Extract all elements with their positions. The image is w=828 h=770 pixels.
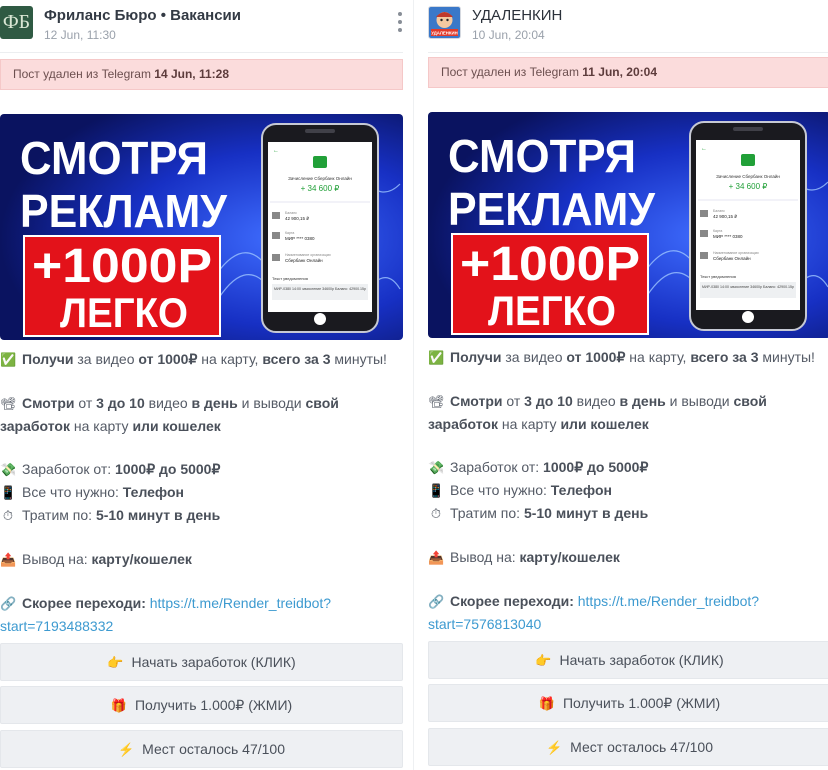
phone-icon: 📱 [428, 483, 445, 498]
check-icon: ✅ [0, 352, 17, 367]
column-divider [413, 0, 414, 770]
places-left-button[interactable]: ⚡ Мест осталось 47/100 [0, 730, 403, 768]
phone-icon: 📱 [0, 485, 17, 500]
phone-title: Зачисление Сбербанк Онлайн [288, 175, 352, 181]
post-text: ✅ Получи за видео от 1000₽ на карту, всег… [0, 351, 387, 634]
more-options-icon[interactable] [397, 12, 403, 32]
places-left-button[interactable]: ⚡ Мест осталось 47/100 [428, 728, 828, 766]
avatar-label: УДАЛЕНКИН [431, 31, 457, 36]
phone-row3-value: Сбербанк Онлайн [285, 257, 323, 263]
phone-text-label: Текст уведомления [700, 274, 736, 279]
post-text: ✅ Получи за видео от 1000₽ на карту, всег… [428, 349, 815, 632]
projector-icon: 📽 [0, 396, 17, 411]
phone-row2-label: Карта [285, 231, 294, 235]
start-earning-button[interactable]: 👉 Начать заработок (КЛИК) [428, 641, 828, 679]
banner-line3: +1000Р [32, 240, 212, 293]
post-date: 12 Jun, 11:30 [44, 28, 116, 42]
phone-row3-label: Наименование организации [285, 253, 331, 257]
phone-text-value: МИР-0380 14:00 зачисление 34600р Баланс:… [274, 287, 366, 291]
svg-text:←: ← [701, 146, 707, 152]
phone-amount: + 34 600 ₽ [729, 182, 768, 191]
link-icon: 🔗 [0, 596, 17, 611]
phone-row3-value: Сбербанк Онлайн [713, 255, 751, 261]
phone-title: Зачисление Сбербанк Онлайн [716, 173, 780, 179]
deleted-notice: Пост удален из Telegram 11 Jun, 20:04 [428, 57, 828, 88]
post-header: ФБ Фриланс Бюро • Вакансии 12 Jun, 11:30 [0, 0, 403, 53]
phone-text-label: Текст уведомления [272, 276, 308, 281]
pointing-hand-icon: 👉 [535, 653, 552, 668]
deleted-notice: Пост удален из Telegram 14 Jun, 11:28 [0, 59, 403, 90]
channel-avatar[interactable]: ФБ [0, 6, 33, 39]
phone-row2-label: Карта [713, 229, 722, 233]
phone-row2-value: МИР **** 0380 [285, 236, 315, 241]
deleted-notice-text: Пост удален из Telegram [13, 67, 151, 81]
stopwatch-icon: ⏱ [2, 508, 14, 523]
deleted-notice-text: Пост удален из Telegram [441, 65, 579, 79]
start-earning-button[interactable]: 👉 Начать заработок (КЛИК) [0, 643, 403, 681]
gift-icon: 🎁 [110, 698, 127, 713]
phone-text-value: МИР-0380 14:00 зачисление 34600р Баланс:… [702, 285, 794, 289]
phone-row1-label: Баланс [713, 209, 725, 213]
get-bonus-button[interactable]: 🎁 Получить 1.000₽ (ЖМИ) [0, 686, 403, 724]
phone-row3-label: Наименование организации [713, 251, 759, 255]
gift-icon: 🎁 [538, 696, 555, 711]
money-icon: 💸 [428, 460, 445, 475]
phone-amount: + 34 600 ₽ [301, 184, 340, 193]
channel-title[interactable]: Фриланс Бюро • Вакансии [44, 7, 241, 24]
pointing-hand-icon: 👉 [107, 655, 124, 670]
banner-line1: СМОТРЯ [448, 130, 636, 182]
deleted-notice-date: 14 Jun, 11:28 [154, 67, 229, 81]
get-bonus-button[interactable]: 🎁 Получить 1.000₽ (ЖМИ) [428, 684, 828, 722]
phone-row1-value: 42 900,15 ₽ [713, 214, 738, 219]
post-card-left: ФБ Фриланс Бюро • Вакансии 12 Jun, 11:30… [0, 0, 403, 770]
lightning-icon: ⚡ [545, 740, 563, 755]
lightning-icon: ⚡ [117, 742, 135, 757]
post-card-right: УДАЛЕНКИН УДАЛЕНКИН 10 Jun, 20:04 Пост у… [428, 0, 828, 770]
deleted-notice-date: 11 Jun, 20:04 [582, 65, 657, 79]
post-date: 10 Jun, 20:04 [472, 28, 545, 42]
link-icon: 🔗 [428, 594, 445, 609]
phone-row1-value: 42 900,15 ₽ [285, 216, 310, 221]
banner-line2: РЕКЛАМУ [20, 185, 228, 237]
banner-line4: ЛЕГКО [488, 287, 616, 334]
banner-line3: +1000Р [460, 238, 640, 291]
check-icon: ✅ [428, 350, 445, 365]
phone-row1-label: Баланс [285, 211, 297, 215]
post-header: УДАЛЕНКИН УДАЛЕНКИН 10 Jun, 20:04 [428, 0, 828, 53]
money-icon: 💸 [0, 462, 17, 477]
banner-line2: РЕКЛАМУ [448, 183, 656, 235]
post-image[interactable]: СМОТРЯ РЕКЛАМУ +1000Р ЛЕГКО ← Зачисление… [428, 112, 828, 338]
svg-text:←: ← [273, 148, 279, 154]
channel-title[interactable]: УДАЛЕНКИН [472, 7, 562, 24]
projector-icon: 📽 [428, 394, 445, 409]
stopwatch-icon: ⏱ [430, 506, 442, 521]
outbox-icon: 📤 [428, 550, 445, 565]
outbox-icon: 📤 [0, 552, 17, 567]
post-image[interactable]: СМОТРЯ РЕКЛАМУ +1000Р ЛЕГКО ← Зачисление… [0, 114, 403, 340]
banner-line4: ЛЕГКО [60, 289, 188, 336]
channel-avatar[interactable]: УДАЛЕНКИН [428, 6, 461, 39]
phone-row2-value: МИР **** 0380 [713, 234, 743, 239]
banner-line1: СМОТРЯ [20, 132, 208, 184]
